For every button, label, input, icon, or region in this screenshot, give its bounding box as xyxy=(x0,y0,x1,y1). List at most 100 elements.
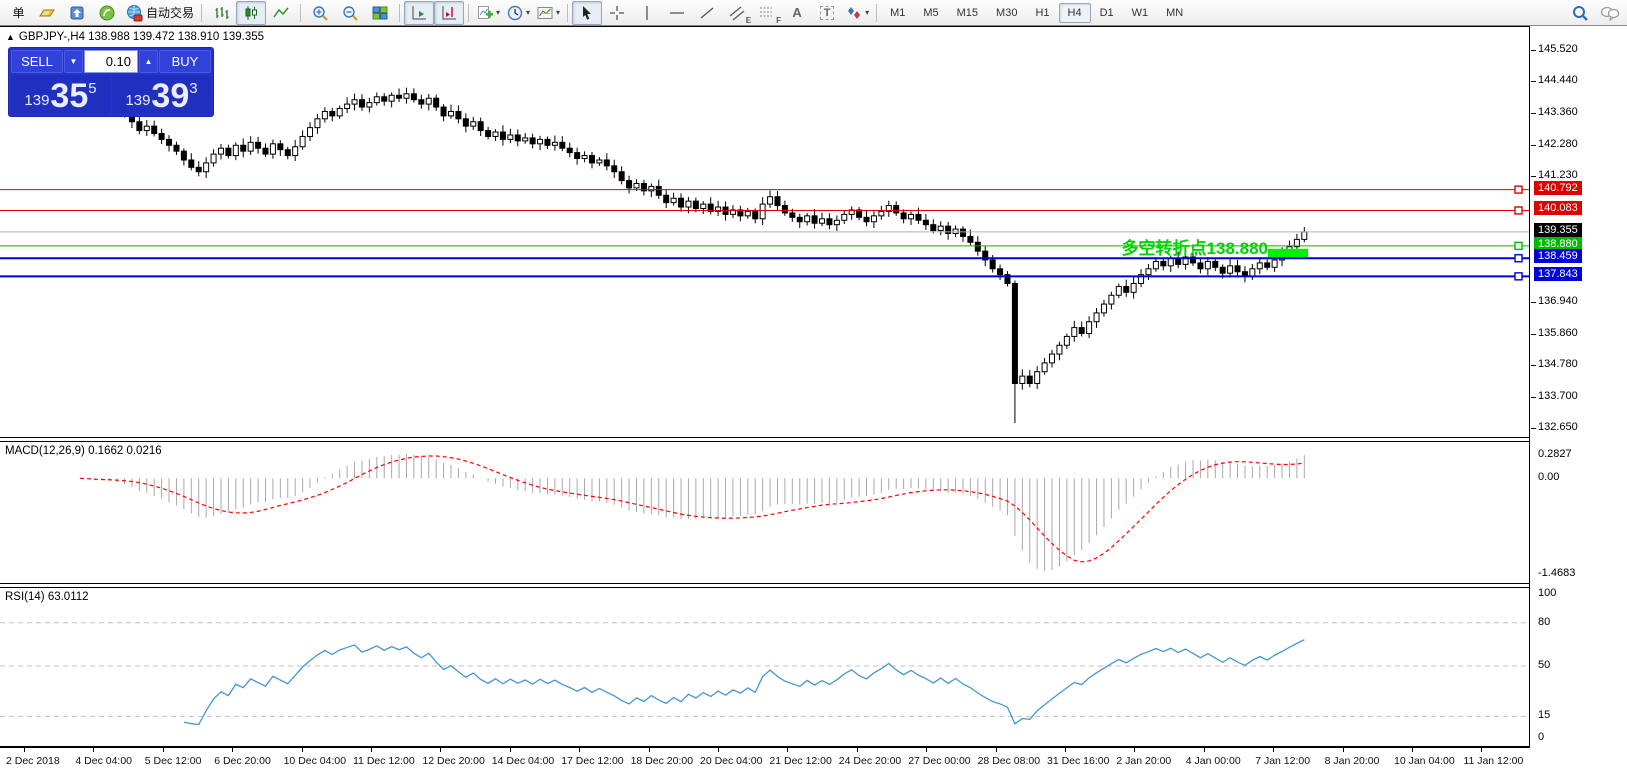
time-tick-mark xyxy=(1065,748,1066,752)
toolbar-separator xyxy=(567,3,569,22)
mql5-community-button[interactable] xyxy=(62,1,92,25)
time-tick-mark xyxy=(1134,748,1136,752)
time-tick-mark xyxy=(509,748,511,752)
tile-windows-button[interactable] xyxy=(365,1,395,25)
volume-decrease-button[interactable]: ▼ xyxy=(64,50,83,73)
chart-title-text: GBPJPY-,H4 138.988 139.472 138.910 139.3… xyxy=(18,31,265,43)
one-click-trading-panel: SELL ▼ ▲ BUY 139 35 5 139 39 3 xyxy=(8,47,214,117)
horizontal-line-button[interactable] xyxy=(662,1,692,25)
macd-axis-label: -1.4683 xyxy=(1538,567,1576,579)
price-axis-label: 134.780 xyxy=(1538,358,1578,371)
toolbar: 单 自动交易 ▾ ▾ ▾ E F A T ▾ M1 M5 M15 M30 H1 … xyxy=(0,0,1627,26)
timeframe-M5[interactable]: M5 xyxy=(914,3,947,23)
line-chart-button[interactable] xyxy=(266,1,296,25)
mql5-cloud-icon xyxy=(70,6,84,19)
crosshair-button[interactable] xyxy=(602,1,632,25)
chat-icon xyxy=(1600,6,1620,21)
text-button[interactable]: A xyxy=(782,1,812,25)
time-tick-mark xyxy=(1203,748,1205,752)
time-axis-label: 2 Jan 20:00 xyxy=(1116,755,1172,767)
rsi-label: RSI(14) 63.0112 xyxy=(5,591,89,603)
timeframe-H4[interactable]: H4 xyxy=(1058,2,1091,23)
macd-panel[interactable]: MACD(12,26,9) 0.1662 0.0216 xyxy=(0,442,1529,583)
time-axis-label: 10 Dec 04:00 xyxy=(283,755,347,767)
time-tick-mark xyxy=(718,748,719,752)
price-axis[interactable]: 145.520 144.440 143.360 142.280 141.230 136.9… xyxy=(1529,26,1627,748)
timeframe-M1[interactable]: M1 xyxy=(881,3,914,23)
arrows-icon xyxy=(848,6,861,19)
vertical-line-button[interactable] xyxy=(632,1,662,25)
price-level-label: 137.843 xyxy=(1534,267,1582,282)
candlestick-chart-button[interactable] xyxy=(236,0,267,25)
timeframe-H1[interactable]: H1 xyxy=(1026,3,1058,23)
auto-scroll-button[interactable] xyxy=(404,0,435,25)
search-icon xyxy=(1573,5,1588,21)
time-axis-label: 31 Dec 16:00 xyxy=(1047,755,1110,767)
time-tick-mark xyxy=(1412,748,1413,752)
time-tick-mark xyxy=(371,748,372,752)
time-tick-mark xyxy=(787,748,789,752)
equidistant-channel-button[interactable]: E xyxy=(722,1,752,25)
text-icon: A xyxy=(792,5,802,20)
signals-icon xyxy=(99,5,115,20)
chat-button[interactable] xyxy=(1595,1,1625,25)
rsi-chart xyxy=(0,622,1529,726)
time-tick-mark xyxy=(440,748,442,752)
templates-button[interactable]: ▾ xyxy=(533,1,563,25)
autotrading-button[interactable]: 自动交易 xyxy=(122,1,197,25)
sell-price-prefix: 139 xyxy=(24,92,50,109)
toolbar-separator xyxy=(399,3,401,22)
text-label-button[interactable]: T xyxy=(812,1,842,25)
bar-chart-button[interactable] xyxy=(206,1,236,25)
sell-button[interactable]: SELL xyxy=(11,50,63,73)
signals-button[interactable] xyxy=(92,1,122,25)
time-axis[interactable]: 2 Dec 2018 4 Dec 04:00 5 Dec 12:00 6 Dec 20… xyxy=(0,748,1627,773)
volume-increase-button[interactable]: ▲ xyxy=(139,50,158,73)
gold-button[interactable] xyxy=(32,1,62,25)
tile-windows-icon xyxy=(372,6,388,19)
sell-price[interactable]: 139 35 5 xyxy=(11,75,110,114)
zoom-out-button[interactable] xyxy=(335,1,365,25)
trendline-button[interactable] xyxy=(692,1,722,25)
search-button[interactable] xyxy=(1565,1,1595,25)
price-axis-label: 133.700 xyxy=(1538,390,1578,403)
price-axis-label: 141.230 xyxy=(1538,168,1578,181)
price-tick-mark xyxy=(1531,428,1536,430)
periods-button[interactable]: ▾ xyxy=(503,1,533,25)
timeframe-MN[interactable]: MN xyxy=(1157,3,1192,23)
price-tick-mark xyxy=(1531,333,1536,335)
timeframe-M30[interactable]: M30 xyxy=(987,3,1026,23)
collapse-icon[interactable]: ▲ xyxy=(6,32,15,42)
rsi-panel[interactable]: RSI(14) 63.0112 xyxy=(0,588,1529,746)
time-axis-label: 7 Jan 12:00 xyxy=(1255,755,1311,767)
candlestick-icon xyxy=(245,5,258,20)
cursor-button[interactable] xyxy=(572,0,603,25)
new-order-label: 单 xyxy=(12,6,25,20)
timeframe-W1[interactable]: W1 xyxy=(1123,3,1158,23)
price-level-label: 140.792 xyxy=(1534,180,1582,195)
horizontal-line-icon xyxy=(670,11,685,14)
dropdown-caret-icon: ▾ xyxy=(496,8,501,17)
new-order-button[interactable]: 单 xyxy=(2,1,32,25)
indicators-button[interactable]: ▾ xyxy=(473,1,503,25)
price-axis-label: 136.940 xyxy=(1538,294,1578,307)
chart-shift-button[interactable] xyxy=(434,0,465,25)
time-axis-label: 27 Dec 00:00 xyxy=(908,755,971,767)
fibonacci-button[interactable]: F xyxy=(752,1,782,25)
sell-price-sup: 5 xyxy=(88,80,97,97)
arrows-button[interactable]: ▾ xyxy=(842,1,872,25)
buy-price[interactable]: 139 39 3 xyxy=(112,75,211,114)
text-label-icon: T xyxy=(819,5,835,20)
main-chart-panel[interactable]: ▲ GBPJPY-,H4 138.988 139.472 138.910 139.… xyxy=(0,26,1529,438)
timeframe-D1[interactable]: D1 xyxy=(1091,3,1123,23)
price-axis-label: 135.860 xyxy=(1538,326,1578,339)
time-tick-mark xyxy=(579,748,581,752)
buy-button[interactable]: BUY xyxy=(159,50,211,73)
time-tick-mark xyxy=(648,748,650,752)
vertical-line-icon xyxy=(646,5,648,20)
volume-input[interactable] xyxy=(84,50,138,73)
zoom-in-button[interactable] xyxy=(305,1,335,25)
price-tick-mark xyxy=(1531,144,1536,146)
timeframe-M15[interactable]: M15 xyxy=(948,3,987,23)
chart-annotation-text: 多空转折点138.880 xyxy=(1121,239,1268,258)
